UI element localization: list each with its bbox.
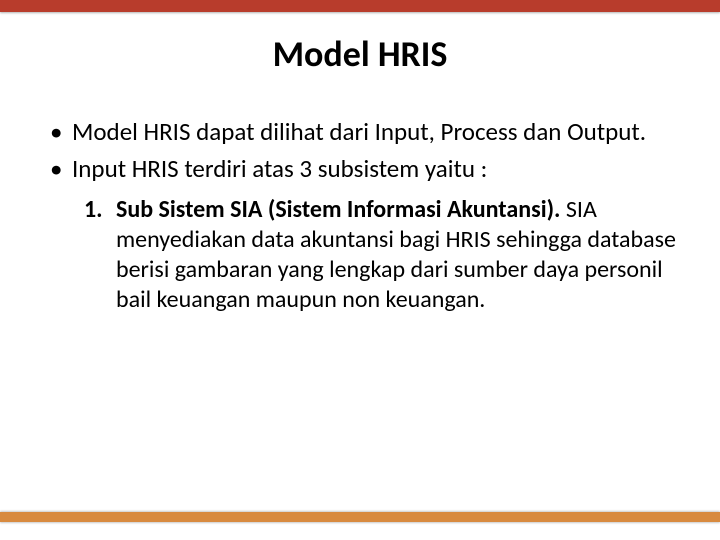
numbered-item: Sub Sistem SIA (Sistem Informasi Akuntan… [84, 195, 684, 315]
slide-title: Model HRIS [36, 32, 684, 76]
bullet-list: Model HRIS dapat dilihat dari Input, Pro… [36, 116, 684, 185]
slide-content: Model HRIS Model HRIS dapat dilihat dari… [0, 32, 720, 315]
bullet-item: Input HRIS terdiri atas 3 subsistem yait… [44, 153, 684, 184]
numbered-item-title: Sub Sistem SIA (Sistem Informasi Akuntan… [116, 195, 560, 224]
top-accent-bar [0, 0, 720, 12]
bottom-accent-bar [0, 512, 720, 522]
bullet-item: Model HRIS dapat dilihat dari Input, Pro… [44, 116, 684, 147]
numbered-list: Sub Sistem SIA (Sistem Informasi Akuntan… [36, 195, 684, 315]
